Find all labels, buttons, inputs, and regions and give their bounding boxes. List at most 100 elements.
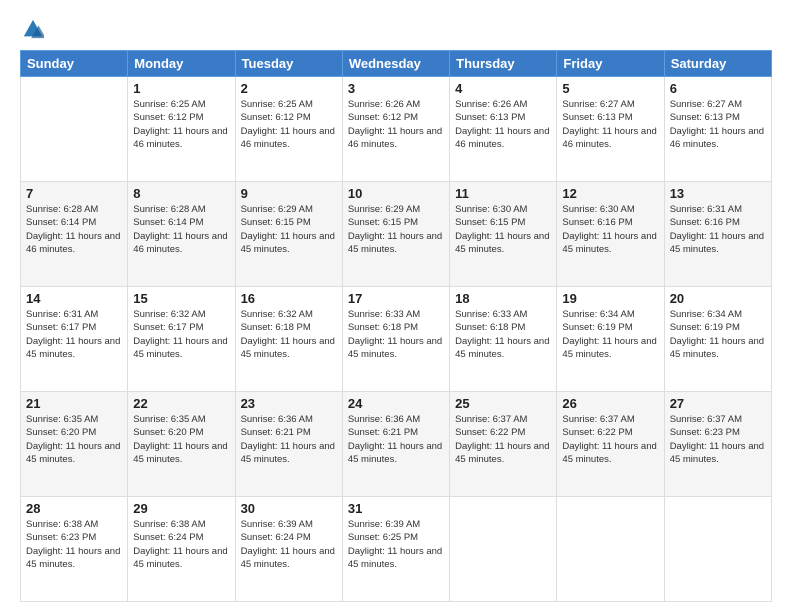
day-number: 31 xyxy=(348,501,444,516)
calendar-cell: 14 Sunrise: 6:31 AMSunset: 6:17 PMDayligh… xyxy=(21,287,128,392)
day-number: 25 xyxy=(455,396,551,411)
calendar-cell: 19Sunrise: 6:34 AMSunset: 6:19 PMDayligh… xyxy=(557,287,664,392)
day-number: 1 xyxy=(133,81,229,96)
day-info: Sunrise: 6:36 AMSunset: 6:21 PMDaylight:… xyxy=(241,413,337,466)
day-info: Sunrise: 6:33 AMSunset: 6:18 PMDaylight:… xyxy=(455,308,551,361)
day-info: Sunrise: 6:27 AMSunset: 6:13 PMDaylight:… xyxy=(670,98,766,151)
calendar-cell: 12 Sunrise: 6:30 AMSunset: 6:16 PMDayligh… xyxy=(557,182,664,287)
calendar-cell: 17 Sunrise: 6:33 AMSunset: 6:18 PMDayligh… xyxy=(342,287,449,392)
day-number: 26 xyxy=(562,396,658,411)
day-info: Sunrise: 6:37 AMSunset: 6:22 PMDaylight:… xyxy=(562,413,658,466)
calendar-week-3: 14 Sunrise: 6:31 AMSunset: 6:17 PMDayligh… xyxy=(21,287,772,392)
calendar-cell: 21 Sunrise: 6:35 AMSunset: 6:20 PMDayligh… xyxy=(21,392,128,497)
day-number: 18 xyxy=(455,291,551,306)
calendar-cell xyxy=(450,497,557,602)
day-number: 8 xyxy=(133,186,229,201)
day-info: Sunrise: 6:28 AMSunset: 6:14 PMDaylight:… xyxy=(133,203,229,256)
day-number: 24 xyxy=(348,396,444,411)
day-number: 16 xyxy=(241,291,337,306)
calendar-cell: 6Sunrise: 6:27 AMSunset: 6:13 PMDaylight… xyxy=(664,77,771,182)
day-info: Sunrise: 6:28 AMSunset: 6:14 PMDaylight:… xyxy=(26,203,122,256)
day-number: 23 xyxy=(241,396,337,411)
calendar-cell xyxy=(664,497,771,602)
header-friday: Friday xyxy=(557,51,664,77)
calendar-cell: 28 Sunrise: 6:38 AMSunset: 6:23 PMDayligh… xyxy=(21,497,128,602)
day-info: Sunrise: 6:29 AMSunset: 6:15 PMDaylight:… xyxy=(348,203,444,256)
header-saturday: Saturday xyxy=(664,51,771,77)
day-info: Sunrise: 6:35 AMSunset: 6:20 PMDaylight:… xyxy=(133,413,229,466)
day-info: Sunrise: 6:26 AMSunset: 6:13 PMDaylight:… xyxy=(455,98,551,151)
calendar-cell: 3 Sunrise: 6:26 AMSunset: 6:12 PMDaylight… xyxy=(342,77,449,182)
logo xyxy=(20,18,44,40)
day-number: 13 xyxy=(670,186,766,201)
calendar-cell: 25 Sunrise: 6:37 AMSunset: 6:22 PMDayligh… xyxy=(450,392,557,497)
day-number: 22 xyxy=(133,396,229,411)
day-info: Sunrise: 6:38 AMSunset: 6:24 PMDaylight:… xyxy=(133,518,229,571)
calendar-cell: 4Sunrise: 6:26 AMSunset: 6:13 PMDaylight… xyxy=(450,77,557,182)
day-number: 28 xyxy=(26,501,122,516)
day-number: 9 xyxy=(241,186,337,201)
day-info: Sunrise: 6:30 AMSunset: 6:15 PMDaylight:… xyxy=(455,203,551,256)
day-number: 15 xyxy=(133,291,229,306)
day-info: Sunrise: 6:36 AMSunset: 6:21 PMDaylight:… xyxy=(348,413,444,466)
calendar-cell: 18 Sunrise: 6:33 AMSunset: 6:18 PMDayligh… xyxy=(450,287,557,392)
calendar-cell: 11 Sunrise: 6:30 AMSunset: 6:15 PMDayligh… xyxy=(450,182,557,287)
calendar-cell: 22 Sunrise: 6:35 AMSunset: 6:20 PMDayligh… xyxy=(128,392,235,497)
day-info: Sunrise: 6:31 AMSunset: 6:16 PMDaylight:… xyxy=(670,203,766,256)
day-number: 14 xyxy=(26,291,122,306)
day-info: Sunrise: 6:39 AMSunset: 6:25 PMDaylight:… xyxy=(348,518,444,571)
calendar-cell: 16 Sunrise: 6:32 AMSunset: 6:18 PMDayligh… xyxy=(235,287,342,392)
day-info: Sunrise: 6:32 AMSunset: 6:17 PMDaylight:… xyxy=(133,308,229,361)
day-info: Sunrise: 6:35 AMSunset: 6:20 PMDaylight:… xyxy=(26,413,122,466)
day-number: 12 xyxy=(562,186,658,201)
header-monday: Monday xyxy=(128,51,235,77)
calendar-cell: 26 Sunrise: 6:37 AMSunset: 6:22 PMDayligh… xyxy=(557,392,664,497)
calendar-cell: 20 Sunrise: 6:34 AMSunset: 6:19 PMDayligh… xyxy=(664,287,771,392)
day-info: Sunrise: 6:31 AMSunset: 6:17 PMDaylight:… xyxy=(26,308,122,361)
day-number: 21 xyxy=(26,396,122,411)
day-info: Sunrise: 6:30 AMSunset: 6:16 PMDaylight:… xyxy=(562,203,658,256)
day-info: Sunrise: 6:25 AMSunset: 6:12 PMDaylight:… xyxy=(241,98,337,151)
day-number: 29 xyxy=(133,501,229,516)
day-number: 20 xyxy=(670,291,766,306)
calendar-cell: 27Sunrise: 6:37 AMSunset: 6:23 PMDayligh… xyxy=(664,392,771,497)
calendar-week-2: 7 Sunrise: 6:28 AMSunset: 6:14 PMDaylight… xyxy=(21,182,772,287)
header-wednesday: Wednesday xyxy=(342,51,449,77)
day-info: Sunrise: 6:37 AMSunset: 6:22 PMDaylight:… xyxy=(455,413,551,466)
calendar-cell: 7 Sunrise: 6:28 AMSunset: 6:14 PMDaylight… xyxy=(21,182,128,287)
day-info: Sunrise: 6:27 AMSunset: 6:13 PMDaylight:… xyxy=(562,98,658,151)
page: Sunday Monday Tuesday Wednesday Thursday… xyxy=(0,0,792,612)
day-number: 17 xyxy=(348,291,444,306)
day-info: Sunrise: 6:25 AMSunset: 6:12 PMDaylight:… xyxy=(133,98,229,151)
calendar-cell: 24 Sunrise: 6:36 AMSunset: 6:21 PMDayligh… xyxy=(342,392,449,497)
calendar-cell xyxy=(557,497,664,602)
day-info: Sunrise: 6:37 AMSunset: 6:23 PMDaylight:… xyxy=(670,413,766,466)
day-info: Sunrise: 6:34 AMSunset: 6:19 PMDaylight:… xyxy=(670,308,766,361)
day-number: 30 xyxy=(241,501,337,516)
calendar-cell: 23 Sunrise: 6:36 AMSunset: 6:21 PMDayligh… xyxy=(235,392,342,497)
calendar-cell: 9 Sunrise: 6:29 AMSunset: 6:15 PMDaylight… xyxy=(235,182,342,287)
day-number: 3 xyxy=(348,81,444,96)
day-info: Sunrise: 6:39 AMSunset: 6:24 PMDaylight:… xyxy=(241,518,337,571)
day-info: Sunrise: 6:32 AMSunset: 6:18 PMDaylight:… xyxy=(241,308,337,361)
day-number: 11 xyxy=(455,186,551,201)
day-number: 10 xyxy=(348,186,444,201)
day-info: Sunrise: 6:29 AMSunset: 6:15 PMDaylight:… xyxy=(241,203,337,256)
header-sunday: Sunday xyxy=(21,51,128,77)
calendar-cell: 31 Sunrise: 6:39 AMSunset: 6:25 PMDayligh… xyxy=(342,497,449,602)
day-info: Sunrise: 6:33 AMSunset: 6:18 PMDaylight:… xyxy=(348,308,444,361)
calendar-cell: 2 Sunrise: 6:25 AMSunset: 6:12 PMDaylight… xyxy=(235,77,342,182)
day-number: 7 xyxy=(26,186,122,201)
calendar-cell: 30 Sunrise: 6:39 AMSunset: 6:24 PMDayligh… xyxy=(235,497,342,602)
header-tuesday: Tuesday xyxy=(235,51,342,77)
calendar-cell: 13 Sunrise: 6:31 AMSunset: 6:16 PMDayligh… xyxy=(664,182,771,287)
calendar-week-5: 28 Sunrise: 6:38 AMSunset: 6:23 PMDayligh… xyxy=(21,497,772,602)
weekday-header-row: Sunday Monday Tuesday Wednesday Thursday… xyxy=(21,51,772,77)
day-number: 2 xyxy=(241,81,337,96)
calendar: Sunday Monday Tuesday Wednesday Thursday… xyxy=(20,50,772,602)
day-info: Sunrise: 6:26 AMSunset: 6:12 PMDaylight:… xyxy=(348,98,444,151)
calendar-cell: 5Sunrise: 6:27 AMSunset: 6:13 PMDaylight… xyxy=(557,77,664,182)
calendar-week-4: 21 Sunrise: 6:35 AMSunset: 6:20 PMDayligh… xyxy=(21,392,772,497)
header xyxy=(20,18,772,40)
day-info: Sunrise: 6:38 AMSunset: 6:23 PMDaylight:… xyxy=(26,518,122,571)
